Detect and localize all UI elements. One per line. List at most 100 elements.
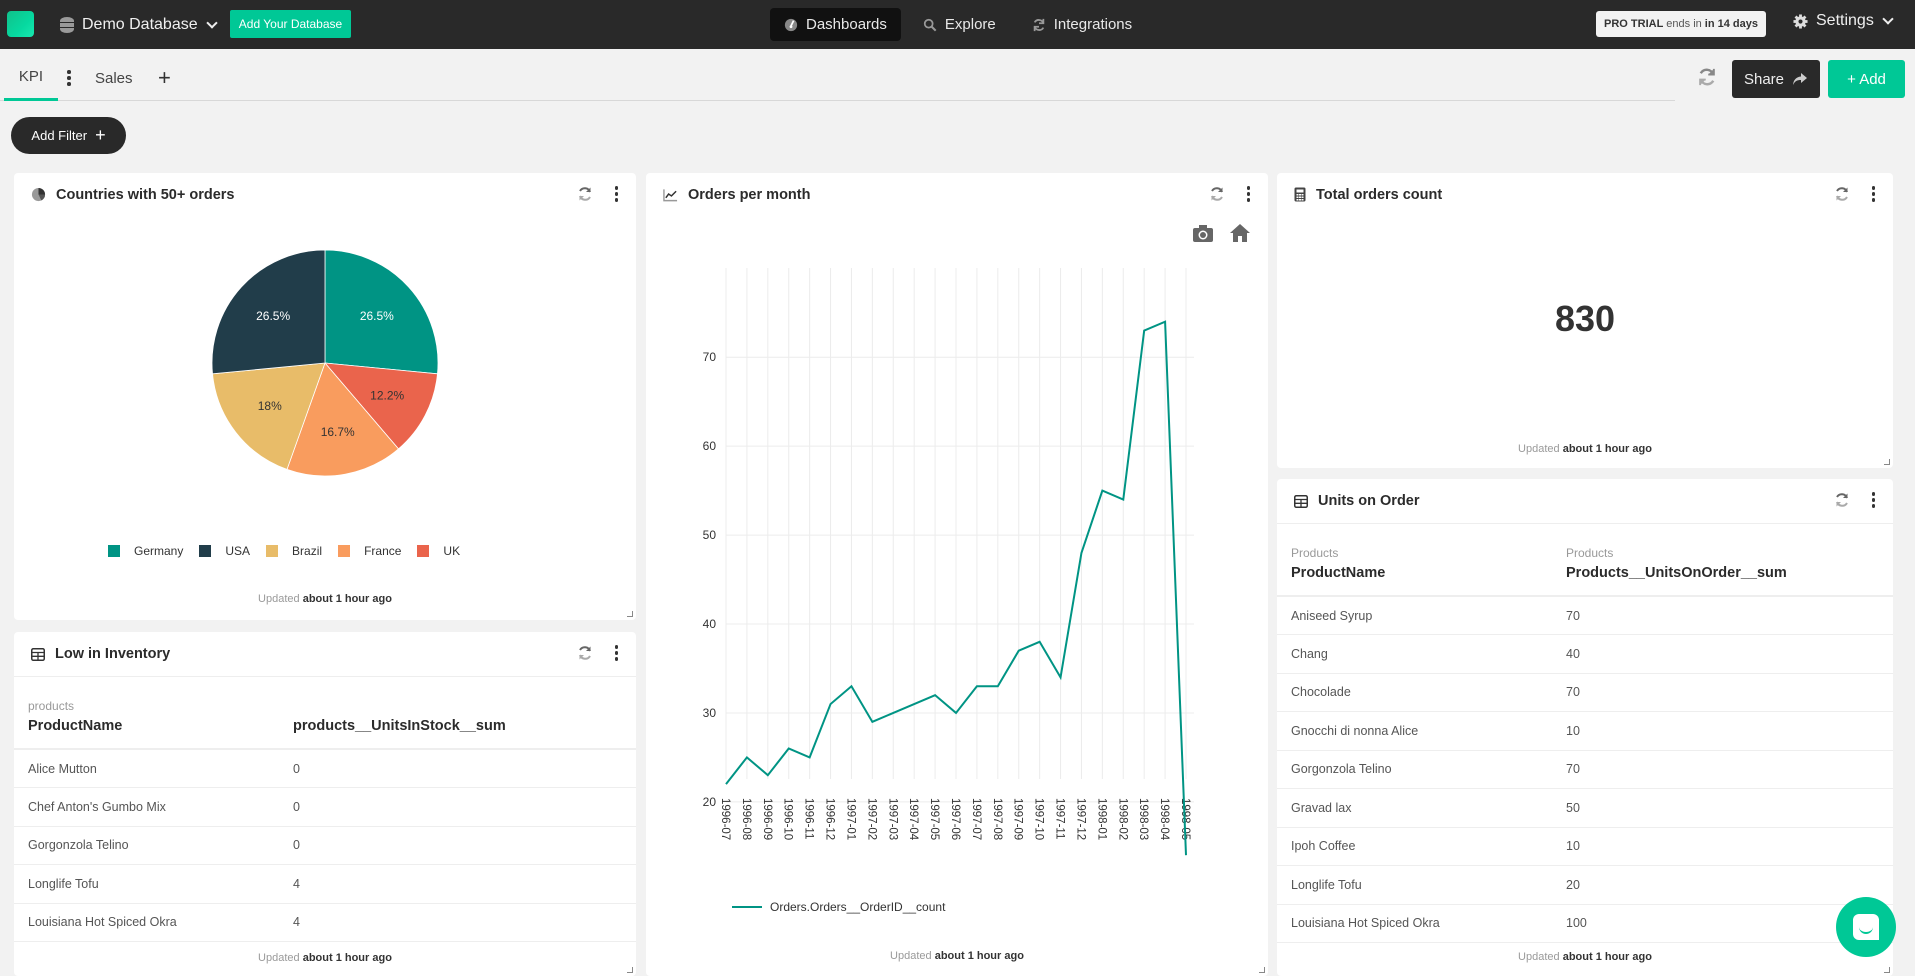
table-row[interactable]: Gorgonzola Telino 0: [14, 826, 636, 865]
refresh-icon[interactable]: [1834, 186, 1850, 202]
data-point[interactable]: [932, 692, 938, 698]
legend-item[interactable]: Germany: [108, 544, 183, 558]
refresh-dashboard-icon[interactable]: [1697, 67, 1717, 87]
widget-menu-kebab-icon[interactable]: [1871, 492, 1875, 508]
column-header[interactable]: Products ProductName: [1277, 526, 1552, 596]
cell-product-name: Chang: [1277, 634, 1552, 674]
table-row[interactable]: Aniseed Syrup 70: [1277, 596, 1893, 635]
data-point[interactable]: [828, 701, 834, 707]
resize-handle[interactable]: [1259, 967, 1265, 973]
data-point[interactable]: [974, 683, 980, 689]
data-point[interactable]: [1099, 488, 1105, 494]
table-row[interactable]: Gnocchi di nonna Alice 10: [1277, 711, 1893, 751]
add-tab-plus-icon[interactable]: +: [158, 55, 171, 101]
nav-integrations[interactable]: Integrations: [1018, 8, 1146, 41]
share-label: Share: [1743, 70, 1785, 88]
data-point[interactable]: [848, 683, 854, 689]
add-filter-button[interactable]: Add Filter +: [11, 117, 126, 154]
widget-title: Countries with 50+ orders: [56, 186, 235, 203]
trial-badge[interactable]: PRO TRIAL ends in in 14 days: [1596, 11, 1766, 37]
data-point[interactable]: [786, 746, 792, 752]
widget-menu-kebab-icon[interactable]: [614, 186, 618, 202]
data-point[interactable]: [1120, 497, 1126, 503]
widget-low-inventory: Low in Inventory products ProductName pro…: [14, 632, 636, 976]
column-header[interactable]: Products Products__UnitsOnOrder__sum: [1552, 526, 1893, 596]
resize-handle[interactable]: [627, 967, 633, 973]
updated-time: about 1 hour ago: [302, 593, 392, 605]
tab-options-kebab-icon[interactable]: [66, 70, 72, 86]
table-row[interactable]: Longlife Tofu 4: [14, 864, 636, 904]
cell-value: 70: [1552, 673, 1893, 712]
data-point[interactable]: [1162, 319, 1168, 325]
nav-dashboards[interactable]: Dashboards: [770, 8, 901, 41]
x-tick-label: 1997-08: [991, 798, 1003, 840]
refresh-icon[interactable]: [577, 186, 593, 202]
data-point[interactable]: [744, 754, 750, 760]
cell-value: 0: [279, 787, 636, 827]
refresh-icon[interactable]: [577, 645, 593, 661]
data-point[interactable]: [723, 781, 729, 787]
table-row[interactable]: Longlife Tofu 20: [1277, 865, 1893, 905]
data-point[interactable]: [995, 683, 1001, 689]
table-row[interactable]: Louisiana Hot Spiced Okra 100: [1277, 904, 1893, 943]
table-row[interactable]: Alice Mutton 0: [14, 749, 636, 788]
y-tick-label: 30: [703, 706, 717, 720]
chat-support-button[interactable]: [1836, 897, 1896, 957]
data-point[interactable]: [1078, 550, 1084, 556]
legend-item[interactable]: UK: [417, 544, 460, 558]
data-point[interactable]: [1016, 648, 1022, 654]
tab-kpi[interactable]: KPI: [4, 55, 58, 101]
table-row[interactable]: Ipoh Coffee 10: [1277, 827, 1893, 866]
add-database-button[interactable]: Add Your Database: [230, 10, 351, 38]
cell-value: 50: [1552, 788, 1893, 828]
cell-product-name: Chocolade: [1277, 673, 1552, 712]
database-switcher[interactable]: Demo Database: [60, 12, 218, 37]
table-header-row: Products ProductName Products Products__Un…: [1277, 526, 1893, 596]
y-tick-label: 50: [703, 528, 717, 542]
app-logo[interactable]: [7, 11, 34, 37]
resize-handle[interactable]: [627, 611, 633, 617]
data-point[interactable]: [890, 710, 896, 716]
nav-explore[interactable]: Explore: [909, 8, 1010, 41]
pie-chart: 26.5% 12.2% 16.7% 18% 26.5%: [211, 249, 439, 477]
legend-item[interactable]: France: [338, 544, 401, 558]
widget-menu-kebab-icon[interactable]: [1871, 186, 1875, 202]
kpi-value: 830: [1554, 298, 1616, 339]
updated-timestamp: Updated about 1 hour ago: [1277, 443, 1893, 455]
table-row[interactable]: Louisiana Hot Spiced Okra 4: [14, 903, 636, 942]
share-button[interactable]: Share: [1732, 60, 1820, 98]
column-header[interactable]: products ProductName: [14, 679, 279, 749]
data-point[interactable]: [953, 710, 959, 716]
updated-time: about 1 hour ago: [934, 950, 1024, 962]
table-row[interactable]: Chef Anton's Gumbo Mix 0: [14, 787, 636, 827]
tab-sales[interactable]: Sales: [95, 55, 133, 101]
cell-value: 0: [279, 826, 636, 865]
legend-item[interactable]: USA: [199, 544, 250, 558]
resize-handle[interactable]: [1884, 967, 1890, 973]
updated-prefix: Updated: [890, 950, 932, 962]
updated-prefix: Updated: [258, 952, 300, 964]
column-header[interactable]: products__UnitsInStock__sum: [279, 679, 636, 749]
data-point[interactable]: [869, 719, 875, 725]
table-row[interactable]: Gorgonzola Telino 70: [1277, 750, 1893, 789]
table-row[interactable]: Gravad lax 50: [1277, 788, 1893, 828]
data-point[interactable]: [807, 754, 813, 760]
widget-menu-kebab-icon[interactable]: [614, 645, 618, 661]
data-point[interactable]: [1183, 852, 1189, 858]
widget-title: Units on Order: [1318, 493, 1420, 509]
data-point[interactable]: [765, 772, 771, 778]
data-point[interactable]: [1037, 639, 1043, 645]
widget-header: Units on Order: [1277, 479, 1893, 524]
widget-units-on-order: Units on Order Products ProductName Produ…: [1277, 479, 1893, 976]
resize-handle[interactable]: [1884, 459, 1890, 465]
data-point[interactable]: [1058, 674, 1064, 680]
table-row[interactable]: Chang 40: [1277, 634, 1893, 674]
data-point[interactable]: [911, 701, 917, 707]
add-widget-button[interactable]: + Add: [1828, 60, 1905, 98]
settings-menu[interactable]: Settings: [1793, 12, 1894, 30]
refresh-icon[interactable]: [1834, 492, 1850, 508]
cell-product-name: Longlife Tofu: [1277, 865, 1552, 905]
legend-item[interactable]: Brazil: [266, 544, 322, 558]
data-point[interactable]: [1141, 328, 1147, 334]
table-row[interactable]: Chocolade 70: [1277, 673, 1893, 712]
